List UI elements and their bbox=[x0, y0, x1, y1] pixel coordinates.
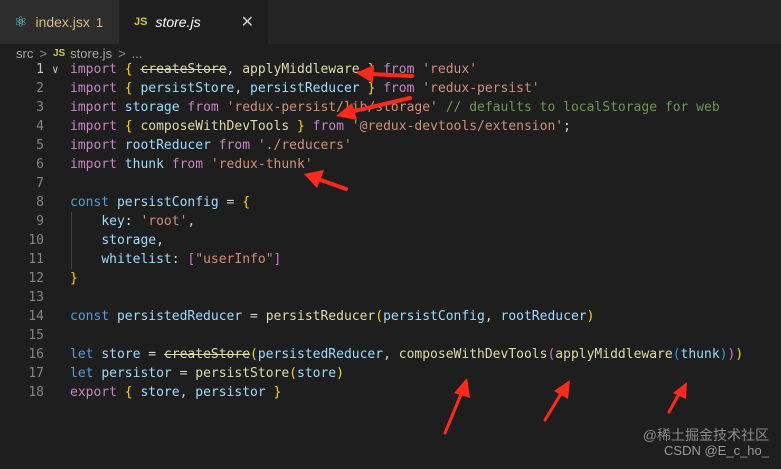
arrow-annotation bbox=[336, 96, 412, 120]
watermark-juejin: @稀土掘金技术社区 bbox=[642, 427, 769, 443]
arrow-annotation bbox=[667, 382, 687, 414]
arrow-annotation bbox=[443, 378, 470, 435]
arrow-annotation bbox=[356, 65, 414, 83]
watermark: @稀土掘金技术社区 CSDN @E_c_ho_ bbox=[643, 427, 769, 459]
annotation-arrows bbox=[304, 65, 687, 435]
arrow-annotation bbox=[543, 380, 570, 422]
arrow-annotation bbox=[304, 170, 348, 191]
watermark-csdn: CSDN @E_c_ho_ bbox=[664, 443, 769, 458]
